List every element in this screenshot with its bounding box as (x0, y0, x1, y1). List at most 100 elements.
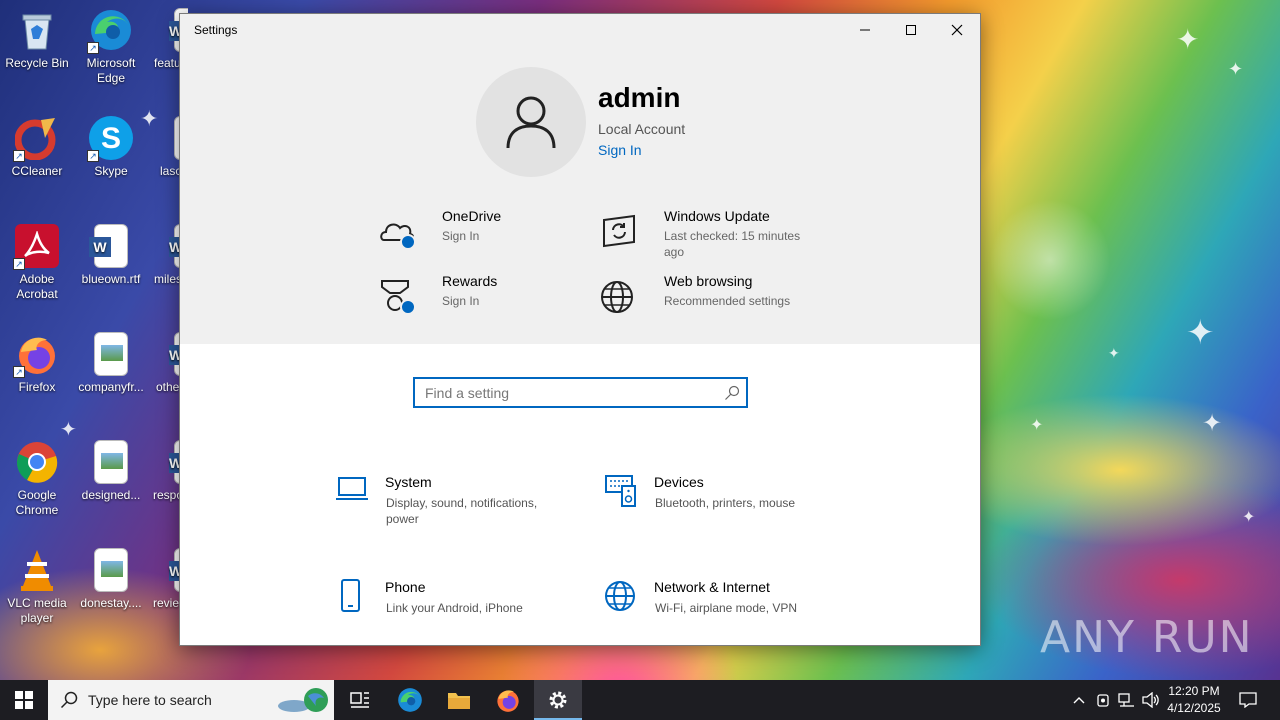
folder-icon (448, 693, 470, 709)
acrobat-icon: ↗ (13, 224, 59, 270)
desktop-icon-recycle-bin[interactable]: Recycle Bin (0, 8, 74, 71)
clock-date: 4/12/2025 (1167, 701, 1221, 715)
firefox-icon: ↗ (13, 332, 59, 378)
start-button[interactable] (0, 680, 48, 720)
desktop-icon-blueown[interactable]: blueown.rtf (74, 224, 148, 287)
image-file-icon (94, 332, 128, 376)
sparkle-decoration: ✦ (1030, 417, 1044, 434)
desktop-icon-label: Recycle Bin (5, 56, 69, 70)
sparkle-decoration: ✦ (1228, 59, 1244, 79)
sparkle-decoration: ✦ (1242, 509, 1256, 526)
desktop-icon-chrome[interactable]: Google Chrome (0, 440, 74, 518)
desktop-icon-miles[interactable]: miles (148, 224, 182, 287)
gear-icon (549, 691, 567, 709)
minimize-button[interactable] (842, 14, 888, 46)
volume-icon (1142, 692, 1159, 708)
category-subtitle: Display, sound, notifications, power (386, 496, 538, 526)
category-title: System (385, 474, 432, 490)
image-file-icon (94, 440, 128, 484)
category-title: Phone (385, 579, 426, 595)
desktop-icon-label: Firefox (18, 380, 56, 394)
notifications-button[interactable] (1232, 680, 1264, 720)
close-icon (951, 24, 963, 36)
desktop-icon-othe[interactable]: othe (148, 332, 182, 395)
recycle-bin-icon (15, 8, 59, 52)
desktop-icon-label: revie (153, 596, 180, 610)
desktop-icon-ccleaner[interactable]: ↗ CCleaner (0, 116, 74, 179)
desktop-icon-label: respo (153, 488, 182, 502)
desktop-icon-label: Adobe Acrobat (16, 272, 58, 301)
devices-icon (604, 474, 640, 510)
sparkle-decoration: ✦ (1108, 345, 1120, 361)
desktop-icon-acrobat[interactable]: ↗ Adobe Acrobat (0, 224, 74, 302)
desktop-icon-companyfr[interactable]: companyfr... (74, 332, 148, 395)
desktop-icon-designed[interactable]: designed... (74, 440, 148, 503)
phone-icon (335, 579, 371, 615)
settings-search-box[interactable] (413, 377, 748, 408)
volume-button[interactable] (1140, 680, 1162, 720)
search-highlight-icon (278, 688, 328, 712)
user-name: admin (598, 82, 681, 113)
desktop-icon-revie[interactable]: revie (148, 548, 182, 611)
desktop-icon-edge[interactable]: ↗ Microsoft Edge (74, 8, 148, 86)
globe-icon (604, 579, 640, 615)
sign-in-link[interactable]: Sign In (598, 142, 642, 158)
onedrive-icon (378, 212, 418, 252)
taskbar-edge-button[interactable] (386, 680, 434, 720)
minimize-icon (860, 29, 870, 31)
desktop-icon-label: VLC media player (7, 596, 67, 625)
taskbar-settings-button[interactable] (534, 680, 582, 720)
vlc-icon (15, 548, 59, 592)
account-header: admin Local Account Sign In OneDrive Sig… (180, 46, 980, 344)
network-button[interactable] (1116, 680, 1138, 720)
close-button[interactable] (934, 14, 980, 46)
status-title: Rewards (442, 273, 498, 289)
edge-icon (398, 688, 422, 712)
show-hidden-icons-button[interactable] (1068, 680, 1090, 720)
desktop-icon-vlc[interactable]: VLC media player (0, 548, 74, 626)
windows-update-icon (600, 212, 640, 252)
taskbar-search-box[interactable]: Type here to search (48, 680, 334, 720)
chevron-up-icon (1073, 697, 1085, 704)
status-subtitle: Sign In (442, 294, 480, 308)
desktop-icon-label: miles (154, 272, 182, 286)
desktop-icon-skype[interactable]: S ↗ Skype (74, 116, 148, 179)
category-title: Network & Internet (654, 579, 770, 595)
task-view-button[interactable] (336, 680, 384, 720)
chrome-icon (15, 440, 59, 484)
desktop-icon-label: Skype (94, 164, 128, 178)
desktop-icon-respo[interactable]: respo (148, 440, 182, 503)
desktop-icon-label: Microsoft Edge (86, 56, 136, 85)
search-input[interactable] (415, 379, 715, 406)
skype-icon: S ↗ (87, 116, 133, 162)
taskbar-search-placeholder: Type here to search (88, 692, 212, 708)
desktop-icon-firefox[interactable]: ↗ Firefox (0, 332, 74, 395)
tray-app-button[interactable] (1092, 680, 1114, 720)
laptop-icon (335, 474, 371, 510)
ccleaner-icon: ↗ (13, 116, 59, 162)
sparkle-decoration: ✦ (1176, 24, 1200, 55)
status-title: OneDrive (442, 208, 502, 224)
avatar[interactable] (476, 67, 586, 177)
desktop-icon-label: CCleaner (11, 164, 63, 178)
account-type: Local Account (598, 121, 686, 137)
desktop-icon-label: othe (156, 380, 180, 394)
watermark-logo: ANY RUN (1040, 612, 1254, 663)
clock-time: 12:20 PM (1168, 684, 1220, 698)
sparkle-decoration: ✦ (1202, 410, 1223, 437)
notification-icon (1239, 692, 1257, 708)
search-icon[interactable] (724, 385, 740, 401)
status-title: Web browsing (664, 273, 753, 289)
task-view-icon (350, 692, 369, 708)
clock[interactable]: 12:20 PM 4/12/2025 (1164, 684, 1224, 715)
desktop-icon-donestay[interactable]: donestay.... (74, 548, 148, 611)
taskbar-file-explorer-button[interactable] (435, 680, 483, 720)
search-icon (60, 691, 78, 709)
user-icon (506, 96, 556, 149)
taskbar-firefox-button[interactable] (484, 680, 532, 720)
maximize-button[interactable] (888, 14, 934, 46)
taskbar: Type here to search 12:20 PM 4/12/2025 (0, 680, 1280, 720)
settings-window: Settings admin Local Account Sign In One… (179, 13, 981, 646)
desktop-icon-label: designed... (81, 488, 141, 502)
title-bar[interactable]: Settings (180, 14, 980, 46)
